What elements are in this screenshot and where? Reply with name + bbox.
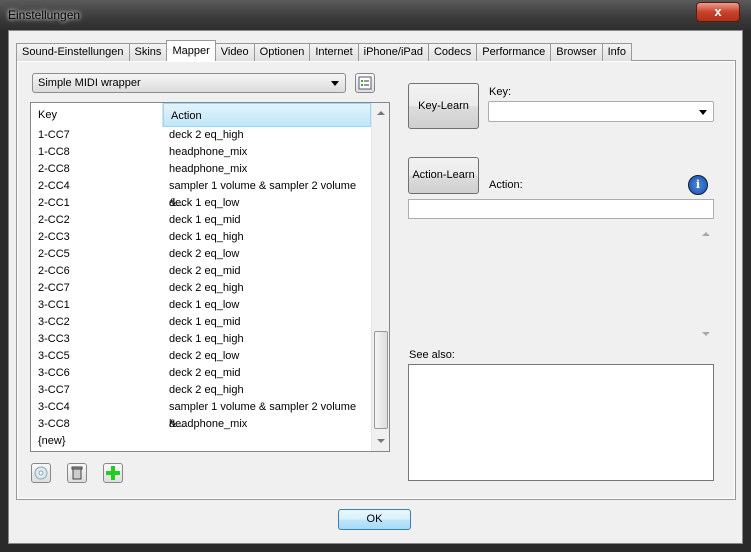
info-icon[interactable]: i (688, 175, 708, 195)
cell-key: 2-CC7 (38, 282, 70, 294)
tab-mapper[interactable]: Mapper (166, 40, 216, 61)
tab-internet[interactable]: Internet (309, 43, 359, 61)
cell-key: 3-CC2 (38, 316, 70, 328)
disc-icon (34, 466, 48, 480)
cell-key: 3-CC7 (38, 384, 70, 396)
add-button[interactable] (103, 463, 123, 483)
table-row[interactable]: 3-CC8 headphone_mix (31, 416, 371, 433)
see-also-box[interactable] (408, 364, 714, 481)
cell-action: deck 1 eq_low (169, 299, 240, 311)
table-row[interactable]: 2-CC8 headphone_mix (31, 161, 371, 178)
plus-icon (106, 466, 120, 480)
table-row[interactable]: 2-CC2 deck 1 eq_mid (31, 212, 371, 229)
table-row[interactable]: 2-CC3 deck 1 eq_high (31, 229, 371, 246)
table-row[interactable]: 1-CC8 headphone_mix (31, 144, 371, 161)
cell-action: deck 2 eq_mid (169, 367, 241, 379)
ok-button[interactable]: OK (338, 509, 411, 530)
cell-key: 2-CC3 (38, 231, 70, 243)
cell-key: 2-CC2 (38, 214, 70, 226)
cell-key: {new} (38, 435, 66, 447)
cell-action: deck 1 eq_mid (169, 316, 241, 328)
table-row[interactable]: 3-CC3 deck 1 eq_high (31, 331, 371, 348)
cell-key: 2-CC8 (38, 163, 70, 175)
cell-action: deck 2 eq_high (169, 129, 244, 141)
cell-action: deck 2 eq_low (169, 248, 240, 260)
action-learn-button[interactable]: Action-Learn (408, 157, 479, 194)
scroll-down-icon[interactable] (377, 439, 385, 443)
table-scrollbar[interactable] (371, 103, 389, 451)
cell-action: deck 1 eq_high (169, 231, 244, 243)
tab-optionen[interactable]: Optionen (253, 43, 311, 61)
scroll-thumb[interactable] (374, 331, 388, 429)
tab-browser[interactable]: Browser (550, 43, 603, 61)
tab-iphone-ipad[interactable]: iPhone/iPad (357, 43, 429, 61)
tab-sound-einstellungen[interactable]: Sound-Einstellungen (16, 43, 130, 61)
chevron-down-icon (331, 81, 339, 86)
window-title: Einstellungen (8, 8, 81, 22)
cell-action: deck 2 eq_low (169, 350, 240, 362)
tab-bar: Sound-Einstellungen Skins Mapper Video Optio… (16, 40, 632, 61)
mapper-select-value: Simple MIDI wrapper (38, 77, 141, 89)
table-row[interactable]: 3-CC5 deck 2 eq_low (31, 348, 371, 365)
table-row[interactable]: 1-CC7 deck 2 eq_high (31, 127, 371, 144)
key-learn-button[interactable]: Key-Learn (408, 83, 479, 129)
table-row[interactable]: 3-CC6 deck 2 eq_mid (31, 365, 371, 382)
table-row[interactable]: 2-CC5 deck 2 eq_low (31, 246, 371, 263)
table-row[interactable]: 2-CC7 deck 2 eq_high (31, 280, 371, 297)
tab-codecs[interactable]: Codecs (427, 43, 478, 61)
mapping-table[interactable]: Key Action 1-CC7 deck 2 eq_high 1-CC8 headph… (30, 102, 390, 452)
close-button[interactable]: x (696, 2, 740, 22)
cell-action: deck 2 eq_high (169, 384, 244, 396)
action-input[interactable] (408, 199, 714, 219)
cell-action: headphone_mix (169, 146, 248, 158)
cell-action: headphone_mix (169, 163, 248, 175)
tab-video[interactable]: Video (214, 43, 255, 61)
cell-key: 3-CC4 (38, 401, 70, 413)
cell-key: 3-CC5 (38, 350, 70, 362)
description-scrollbar[interactable] (698, 226, 714, 342)
delete-button[interactable] (67, 463, 87, 483)
see-also-label: See also: (409, 349, 455, 361)
tab-skins[interactable]: Skins (128, 43, 168, 61)
table-row[interactable]: 2-CC1 deck 1 eq_low (31, 195, 371, 212)
mapper-options-button[interactable] (355, 73, 375, 93)
table-row[interactable]: 3-CC2 deck 1 eq_mid (31, 314, 371, 331)
cell-action: headphone_mix (169, 418, 248, 430)
column-header-action[interactable]: Action (163, 103, 371, 127)
cell-key: 2-CC6 (38, 265, 70, 277)
cell-action: deck 1 eq_high (169, 333, 244, 345)
action-label: Action: (489, 179, 523, 191)
mapper-select[interactable]: Simple MIDI wrapper (32, 73, 346, 93)
table-row[interactable]: 3-CC4 sampler 1 volume & sampler 2 volume… (31, 399, 371, 430)
cell-key: 2-CC1 (38, 197, 70, 209)
cell-key: 2-CC4 (38, 180, 70, 192)
key-select[interactable] (488, 101, 714, 122)
tab-performance[interactable]: Performance (476, 43, 552, 61)
cell-action: deck 1 eq_mid (169, 214, 241, 226)
trash-icon (71, 466, 83, 480)
table-row[interactable]: 3-CC7 deck 2 eq_high (31, 382, 371, 399)
tab-info[interactable]: Info (601, 43, 632, 61)
list-icon (358, 76, 372, 90)
cell-key: 3-CC8 (38, 418, 70, 430)
title-bar: Einstellungen x (0, 0, 751, 30)
cell-action: deck 1 eq_low (169, 197, 240, 209)
column-header-key[interactable]: Key (31, 103, 163, 127)
table-row[interactable]: 2-CC6 deck 2 eq_mid (31, 263, 371, 280)
key-label: Key: (489, 86, 512, 98)
cell-action: deck 2 eq_mid (169, 265, 241, 277)
cell-key: 1-CC8 (38, 146, 70, 158)
cell-key: 3-CC1 (38, 299, 70, 311)
cell-action: deck 2 eq_high (169, 282, 244, 294)
table-row[interactable]: 3-CC1 deck 1 eq_low (31, 297, 371, 314)
cell-key: 2-CC5 (38, 248, 70, 260)
scroll-up-icon[interactable] (377, 111, 385, 115)
chevron-down-icon (699, 110, 707, 115)
cell-key: 3-CC6 (38, 367, 70, 379)
table-row[interactable]: {new} (31, 433, 371, 450)
table-row[interactable]: 2-CC4 sampler 1 volume & sampler 2 volume… (31, 178, 371, 209)
cell-key: 3-CC3 (38, 333, 70, 345)
cell-key: 1-CC7 (38, 129, 70, 141)
edit-mapping-button[interactable] (31, 463, 51, 483)
